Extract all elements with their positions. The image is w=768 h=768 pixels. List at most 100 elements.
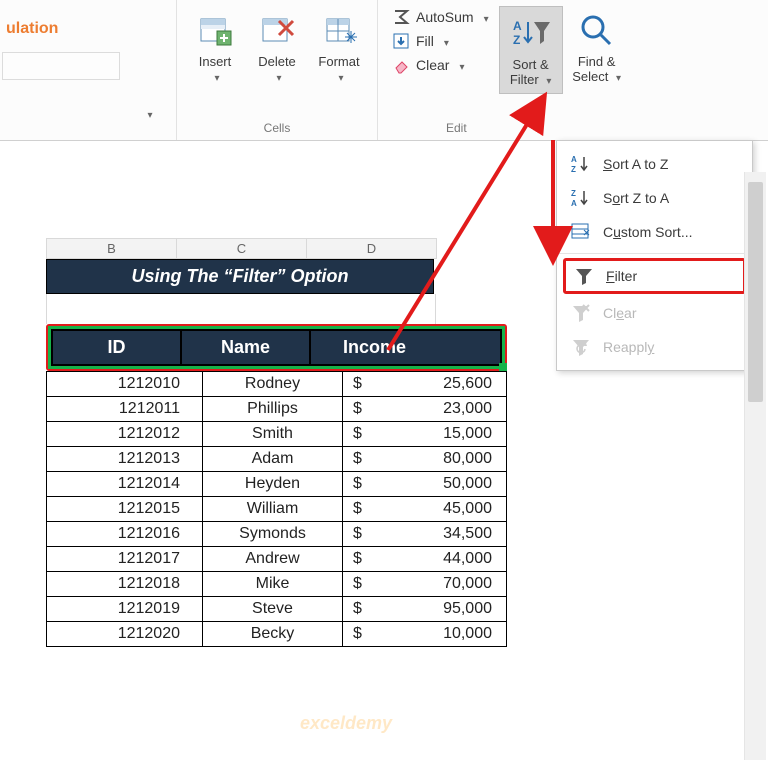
cell-income[interactable]: $50,000 — [343, 472, 507, 497]
scrollbar-thumb[interactable] — [748, 182, 763, 402]
table-row[interactable]: 1212010Rodney$25,600 — [47, 372, 507, 397]
fragment-text: ulation — [0, 12, 120, 46]
svg-text:Z: Z — [571, 189, 576, 198]
cell-income[interactable]: $25,600 — [343, 372, 507, 397]
table-row[interactable]: 1212017Andrew$44,000 — [47, 547, 507, 572]
empty-row[interactable] — [46, 294, 436, 324]
header-red-highlight: ID Name Income — [46, 324, 507, 371]
table-row[interactable]: 1212019Steve$95,000 — [47, 597, 507, 622]
menu-reapply: Reapply — [557, 330, 752, 364]
sort-az-icon: AZ — [571, 154, 591, 174]
format-button[interactable]: Format — [309, 4, 369, 90]
delete-cells-icon — [259, 8, 295, 54]
funnel-icon — [574, 266, 594, 286]
reapply-icon — [571, 337, 591, 357]
selection-handle[interactable] — [499, 363, 507, 371]
cell-name[interactable]: Steve — [203, 597, 343, 622]
cell-name[interactable]: Mike — [203, 572, 343, 597]
cell-id[interactable]: 1212016 — [47, 522, 203, 547]
data-table: 1212010Rodney$25,6001212011Phillips$23,0… — [46, 371, 507, 647]
ribbon-group-cells: Insert Delete Format Cells — [177, 0, 378, 140]
clear-filter-icon — [571, 303, 591, 323]
table-row[interactable]: 1212011Phillips$23,000 — [47, 397, 507, 422]
overflow-caret[interactable] — [143, 105, 152, 121]
find-icon — [577, 8, 617, 54]
cell-id[interactable]: 1212010 — [47, 372, 203, 397]
cell-name[interactable]: Heyden — [203, 472, 343, 497]
header-name[interactable]: Name — [182, 331, 311, 364]
cell-name[interactable]: Smith — [203, 422, 343, 447]
cell-income[interactable]: $80,000 — [343, 447, 507, 472]
cell-name[interactable]: Adam — [203, 447, 343, 472]
group-label-editing: Edit — [386, 121, 760, 138]
svg-text:A: A — [571, 199, 577, 208]
cell-income[interactable]: $70,000 — [343, 572, 507, 597]
cell-income[interactable]: $45,000 — [343, 497, 507, 522]
ribbon-group-editing: AutoSum Fill Clear AZ Sort &Filter — [378, 0, 768, 140]
table-row[interactable]: 1212013Adam$80,000 — [47, 447, 507, 472]
cell-id[interactable]: 1212015 — [47, 497, 203, 522]
menu-sort-a-to-z[interactable]: AZ Sort A to Z — [557, 147, 752, 181]
cell-income[interactable]: $95,000 — [343, 597, 507, 622]
cell-name[interactable]: Becky — [203, 622, 343, 647]
cell-income[interactable]: $44,000 — [343, 547, 507, 572]
delete-button[interactable]: Delete — [247, 4, 307, 90]
insert-button[interactable]: Insert — [185, 4, 245, 90]
sort-filter-icon: AZ — [510, 11, 552, 57]
custom-sort-icon — [571, 222, 591, 242]
menu-separator — [557, 253, 752, 254]
vertical-scrollbar[interactable] — [744, 172, 766, 760]
cell-name[interactable]: Symonds — [203, 522, 343, 547]
svg-text:Z: Z — [513, 33, 520, 47]
fill-button[interactable]: Fill — [392, 32, 489, 50]
sort-filter-dropdown: AZ Sort A to Z ZA Sort Z to A Custom Sor… — [556, 140, 753, 371]
cell-id[interactable]: 1212018 — [47, 572, 203, 597]
cell-income[interactable]: $34,500 — [343, 522, 507, 547]
svg-text:A: A — [571, 155, 577, 164]
col-letter[interactable]: B — [46, 238, 176, 259]
title-cell[interactable]: Using The “Filter” Option — [46, 259, 434, 294]
sigma-icon — [392, 8, 410, 26]
clear-button[interactable]: Clear — [392, 56, 489, 74]
table-row[interactable]: 1212015William$45,000 — [47, 497, 507, 522]
table-header-row[interactable]: ID Name Income — [51, 329, 502, 366]
find-select-button[interactable]: Find &Select — [567, 4, 627, 90]
sort-za-icon: ZA — [571, 188, 591, 208]
autosum-button[interactable]: AutoSum — [392, 8, 489, 26]
fragment-box — [2, 52, 120, 80]
table-row[interactable]: 1212014Heyden$50,000 — [47, 472, 507, 497]
cell-income[interactable]: $23,000 — [343, 397, 507, 422]
cell-name[interactable]: Andrew — [203, 547, 343, 572]
cell-name[interactable]: Rodney — [203, 372, 343, 397]
svg-text:A: A — [513, 19, 522, 33]
cell-income[interactable]: $15,000 — [343, 422, 507, 447]
table-row[interactable]: 1212020Becky$10,000 — [47, 622, 507, 647]
cell-id[interactable]: 1212020 — [47, 622, 203, 647]
editing-small-buttons: AutoSum Fill Clear — [386, 4, 495, 74]
fill-down-icon — [392, 32, 410, 50]
cell-income[interactable]: $10,000 — [343, 622, 507, 647]
cell-id[interactable]: 1212012 — [47, 422, 203, 447]
cell-name[interactable]: Phillips — [203, 397, 343, 422]
watermark: exceldemy — [300, 713, 392, 734]
cell-id[interactable]: 1212017 — [47, 547, 203, 572]
header-id[interactable]: ID — [53, 331, 182, 364]
header-income[interactable]: Income — [311, 331, 438, 364]
sort-filter-highlight: AZ Sort &Filter — [499, 6, 563, 94]
header-selection-wrap: ID Name Income — [46, 324, 507, 371]
svg-text:Z: Z — [571, 165, 576, 174]
col-letter[interactable]: D — [306, 238, 437, 259]
cell-id[interactable]: 1212014 — [47, 472, 203, 497]
table-row[interactable]: 1212012Smith$15,000 — [47, 422, 507, 447]
menu-sort-z-to-a[interactable]: ZA Sort Z to A — [557, 181, 752, 215]
cell-name[interactable]: William — [203, 497, 343, 522]
sort-filter-button[interactable]: AZ Sort &Filter — [500, 7, 562, 93]
cell-id[interactable]: 1212013 — [47, 447, 203, 472]
menu-filter[interactable]: Filter — [563, 258, 746, 294]
cell-id[interactable]: 1212019 — [47, 597, 203, 622]
col-letter[interactable]: C — [176, 238, 306, 259]
menu-custom-sort[interactable]: Custom Sort... — [557, 215, 752, 249]
table-row[interactable]: 1212016Symonds$34,500 — [47, 522, 507, 547]
cell-id[interactable]: 1212011 — [47, 397, 203, 422]
table-row[interactable]: 1212018Mike$70,000 — [47, 572, 507, 597]
